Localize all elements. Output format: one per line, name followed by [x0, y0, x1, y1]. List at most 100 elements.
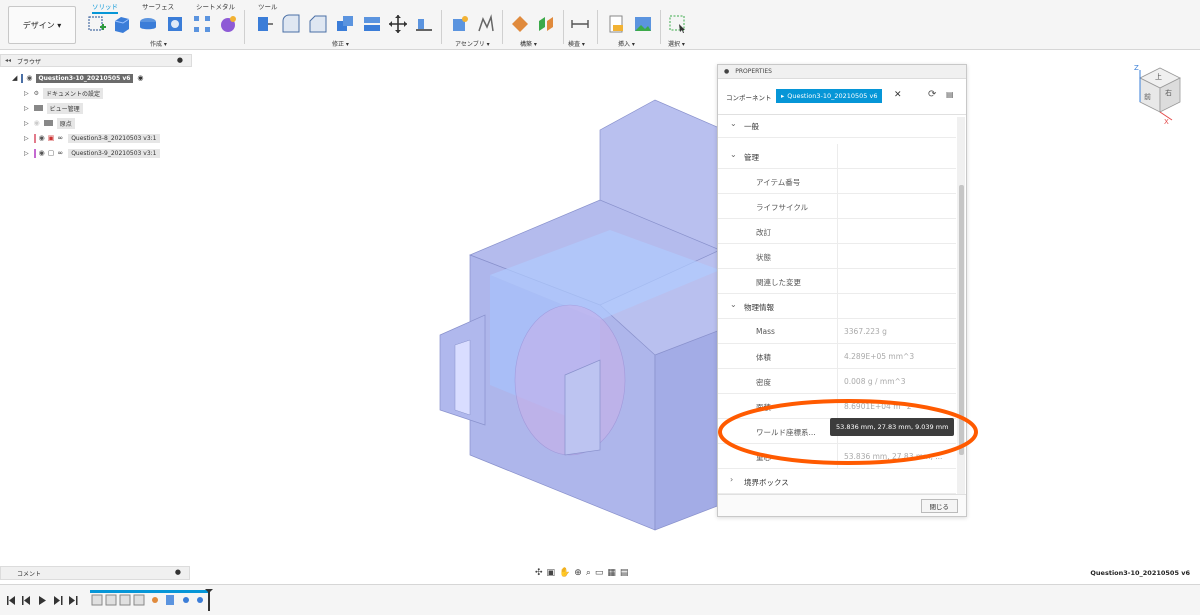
select-icon[interactable]: [667, 13, 689, 35]
prop-related-changes[interactable]: 関連した変更: [718, 269, 956, 294]
pan-icon[interactable]: ✋: [559, 568, 570, 578]
expand-icon[interactable]: ▷: [24, 105, 29, 112]
display-settings-icon[interactable]: ▭: [595, 568, 604, 578]
chevron-down-icon: ⌄: [730, 150, 737, 159]
toolbar-separator: [502, 10, 503, 44]
revolve-icon[interactable]: [137, 13, 159, 35]
browser-pin-icon[interactable]: ●: [177, 56, 183, 64]
expand-icon[interactable]: ▷: [24, 90, 29, 97]
new-component-icon[interactable]: [449, 13, 471, 35]
properties-title: PROPERTIES: [735, 68, 772, 75]
section-bounding-box[interactable]: › 境界ボックス: [718, 469, 956, 494]
prop-item-number[interactable]: アイテム番号: [718, 169, 956, 194]
orbit-icon[interactable]: ✣: [535, 568, 543, 578]
tab-surface[interactable]: サーフェス: [142, 1, 174, 11]
tree-item-question3-8[interactable]: ▷ ◉ ▣ ∞ Question3-8_20210503 v3:1: [24, 132, 160, 144]
expand-icon[interactable]: ▷: [24, 120, 29, 127]
navigation-toolbar: ✣ ▣ ✋ ⊕ ⌕ ▭ ▦ ▤: [535, 566, 628, 580]
assemble-group-label[interactable]: アセンブリ ▾: [455, 39, 490, 48]
tree-item-label: 原点: [56, 117, 75, 129]
prop-volume[interactable]: 体積 4.289E+05 mm^3: [718, 344, 956, 369]
inspect-group-label[interactable]: 検査 ▾: [568, 39, 585, 48]
insert-derive-icon[interactable]: [606, 13, 628, 35]
align-icon[interactable]: [413, 13, 435, 35]
grid-settings-icon[interactable]: ▦: [607, 568, 616, 578]
root-component-label[interactable]: Question3-10_20210505 v6: [35, 73, 134, 83]
component-name: Question3-10_20210505 v6: [787, 92, 878, 100]
properties-footer: 閉じる: [718, 494, 966, 516]
tree-item-question3-9[interactable]: ▷ ◉ ▢ ∞ Question3-9_20210503 v3:1: [24, 147, 160, 159]
move-icon[interactable]: [387, 13, 409, 35]
press-pull-icon[interactable]: [253, 13, 275, 35]
refresh-icon[interactable]: ⟳: [928, 89, 936, 100]
measure-icon[interactable]: [569, 13, 591, 35]
viewcube-face-top[interactable]: 上: [1155, 72, 1162, 82]
zoom-window-icon[interactable]: ⊕: [574, 568, 582, 578]
go-to-end-icon[interactable]: [69, 596, 78, 605]
prop-lifecycle[interactable]: ライフサイクル: [718, 194, 956, 219]
create-group-label[interactable]: 作成 ▾: [150, 39, 167, 48]
create-sketch-icon[interactable]: [86, 13, 108, 35]
collapse-browser-icon[interactable]: ◂◂: [5, 57, 11, 64]
prop-state[interactable]: 状態: [718, 244, 956, 269]
viewports-icon[interactable]: ▤: [620, 568, 629, 578]
activate-radio-icon[interactable]: ◉: [137, 74, 143, 82]
expand-icon[interactable]: ▷: [24, 135, 29, 142]
plane-at-angle-icon[interactable]: [535, 13, 557, 35]
eye-icon[interactable]: ◉: [26, 74, 32, 82]
timeline-feature-icons[interactable]: [91, 594, 203, 606]
modify-group-label[interactable]: 修正 ▾: [332, 39, 349, 48]
expand-icon[interactable]: ▷: [24, 150, 29, 157]
expand-icon[interactable]: ◢: [12, 74, 17, 82]
workspace-switcher-button[interactable]: デザイン ▾: [8, 6, 76, 44]
chamfer-icon[interactable]: [307, 13, 329, 35]
prop-revision[interactable]: 改訂: [718, 219, 956, 244]
close-button[interactable]: 閉じる: [920, 499, 958, 513]
combine-icon[interactable]: [334, 13, 356, 35]
tab-sheetmetal[interactable]: シートメタル: [196, 1, 235, 11]
fillet-icon[interactable]: [280, 13, 302, 35]
eye-hidden-icon[interactable]: ◉: [34, 119, 40, 127]
play-icon[interactable]: [39, 596, 46, 605]
fit-icon[interactable]: ⌕: [586, 568, 591, 578]
go-to-start-icon[interactable]: [7, 596, 15, 605]
gear-icon: ⚙: [33, 89, 40, 97]
copy-icon[interactable]: ▤: [946, 90, 954, 99]
section-manage[interactable]: ⌄ 管理: [718, 144, 956, 169]
insert-image-icon[interactable]: [632, 13, 654, 35]
section-general[interactable]: ⌄ 一般: [718, 113, 956, 138]
component-chip[interactable]: ▸ Question3-10_20210505 v6: [776, 89, 883, 103]
step-back-icon[interactable]: [22, 596, 30, 605]
tree-root[interactable]: ◢ ◉ Question3-10_20210505 v6 ◉: [12, 72, 144, 84]
clear-selection-icon[interactable]: ✕: [894, 90, 902, 100]
viewcube-face-front[interactable]: 前: [1144, 92, 1151, 102]
look-at-icon[interactable]: ▣: [547, 568, 556, 578]
toolbar-separator: [660, 10, 661, 44]
joint-icon[interactable]: [475, 13, 497, 35]
prop-density[interactable]: 密度 0.008 g / mm^3: [718, 369, 956, 394]
component-icon: ▢: [47, 149, 55, 157]
step-forward-icon[interactable]: [54, 596, 63, 605]
select-group-label[interactable]: 選択 ▾: [668, 39, 685, 48]
eye-icon[interactable]: ◉: [39, 134, 45, 142]
tab-tools[interactable]: ツール: [258, 1, 278, 11]
create-form-icon[interactable]: [217, 13, 239, 35]
construct-group-label[interactable]: 構築 ▾: [520, 39, 537, 48]
insert-group-label[interactable]: 挿入 ▾: [618, 39, 635, 48]
section-physical[interactable]: ⌄ 物理情報: [718, 294, 956, 319]
comment-pin-icon[interactable]: ●: [175, 568, 181, 576]
split-body-icon[interactable]: [361, 13, 383, 35]
3d-viewport[interactable]: [200, 54, 1200, 564]
offset-plane-icon[interactable]: [509, 13, 531, 35]
tree-item-view-management[interactable]: ▷ ビュー管理: [24, 102, 83, 114]
tree-item-origin[interactable]: ▷ ◉ 原点: [24, 117, 75, 129]
prop-mass[interactable]: Mass 3367.223 g: [718, 319, 956, 344]
viewcube-face-right[interactable]: 右: [1165, 88, 1172, 98]
component-marker: [33, 133, 36, 143]
eye-icon[interactable]: ◉: [39, 149, 45, 157]
hole-icon[interactable]: [164, 13, 186, 35]
component-selector-row: コンポーネント ▸ Question3-10_20210505 v6 ✕ ⟳ ▤: [718, 79, 966, 115]
tree-item-document-settings[interactable]: ▷ ⚙ ドキュメントの設定: [24, 87, 104, 99]
pattern-icon[interactable]: [191, 13, 213, 35]
extrude-icon[interactable]: [111, 13, 133, 35]
